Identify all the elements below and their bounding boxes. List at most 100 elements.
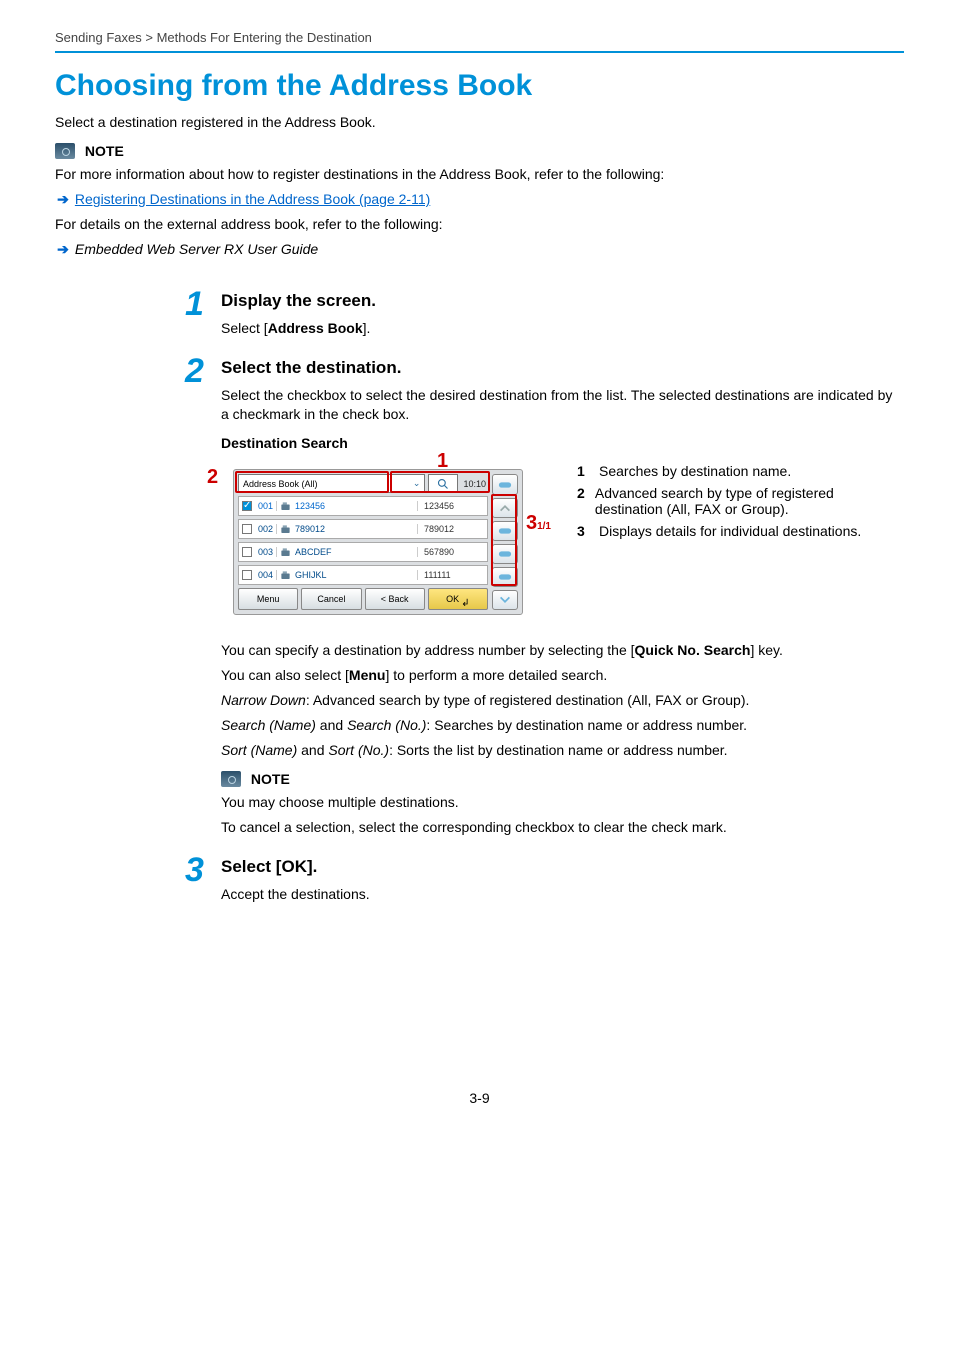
intro-text: Select a destination registered in the A… — [55, 113, 904, 132]
step-number-1: 1 — [185, 287, 221, 321]
list-row[interactable]: 001 123456 123456 — [238, 496, 488, 516]
header-rule — [55, 51, 904, 53]
row-checkbox[interactable] — [239, 524, 255, 534]
ok-button[interactable]: OK↲ — [428, 588, 488, 610]
destination-search-heading: Destination Search — [221, 435, 904, 451]
row-value: 789012 — [417, 524, 487, 534]
procedure: 1 Display the screen. Select [Address Bo… — [55, 287, 904, 910]
fax-icon — [277, 570, 293, 581]
row-checkbox[interactable] — [239, 547, 255, 557]
dropdown-label: Address Book (All) — [243, 479, 318, 489]
row-name: GHIJKL — [293, 570, 417, 580]
address-book-dropdown[interactable]: Address Book (All) ⌄ — [238, 474, 425, 493]
step-number-3: 3 — [185, 853, 221, 887]
note-icon — [55, 143, 75, 159]
enter-icon: ↲ — [461, 598, 469, 609]
note1-text: For more information about how to regist… — [55, 165, 904, 184]
list-row[interactable]: 004 GHIJKL 111111 — [238, 565, 488, 585]
after-p4: Search (Name) and Search (No.): Searches… — [221, 716, 904, 735]
step-3-heading: Select [OK]. — [221, 857, 904, 877]
callout-3: 31/1 — [526, 513, 551, 533]
device-screenshot-wrap: 1 2 31/1 Address Book (All) ⌄ — [221, 457, 547, 621]
step-2: 2 Select the destination. Select the che… — [185, 354, 904, 843]
step-3-body: Select [OK]. Accept the destinations. — [221, 853, 904, 910]
detail-button-1[interactable] — [492, 474, 518, 494]
arrow-icon: ➔ — [55, 190, 71, 209]
row-number: 002 — [255, 524, 277, 534]
legend-num: 1 — [577, 463, 591, 479]
detail-button-4[interactable] — [492, 567, 518, 587]
device-clock: 10:10 — [461, 479, 488, 489]
step-3: 3 Select [OK]. Accept the destinations. — [185, 853, 904, 910]
callout-1: 1 — [437, 451, 448, 471]
search-button[interactable] — [428, 474, 458, 493]
fax-icon — [277, 547, 293, 558]
list-row[interactable]: 003 ABCDEF 567890 — [238, 542, 488, 562]
note1-link-row: ➔ Registering Destinations in the Addres… — [55, 190, 904, 209]
link-register-destinations[interactable]: Registering Destinations in the Address … — [75, 191, 430, 207]
legend-text: Searches by destination name. — [599, 463, 791, 479]
step-1-heading: Display the screen. — [221, 291, 904, 311]
fax-icon — [277, 501, 293, 512]
row-name: ABCDEF — [293, 547, 417, 557]
breadcrumb-sep: > — [145, 30, 153, 45]
note1-ref-row: ➔ Embedded Web Server RX User Guide — [55, 240, 904, 259]
legend-item: 3 Displays details for individual destin… — [577, 523, 904, 539]
note-label: NOTE — [251, 771, 290, 787]
legend-item: 2 Advanced search by type of registered … — [577, 485, 904, 517]
callout-legend: 1 Searches by destination name. 2 Advanc… — [577, 457, 904, 545]
after-p3: Narrow Down: Advanced search by type of … — [221, 691, 904, 710]
row-name: 123456 — [293, 501, 417, 511]
device-screen: Address Book (All) ⌄ 10:10 — [233, 469, 523, 615]
row-number: 003 — [255, 547, 277, 557]
page: Sending Faxes > Methods For Entering the… — [0, 0, 954, 1136]
breadcrumb-topic: Methods For Entering the Destination — [157, 30, 372, 45]
row-checkbox[interactable] — [239, 570, 255, 580]
legend-num: 3 — [577, 523, 591, 539]
device-main: Address Book (All) ⌄ 10:10 — [238, 474, 488, 610]
step-1: 1 Display the screen. Select [Address Bo… — [185, 287, 904, 344]
row-value: 111111 — [417, 570, 487, 580]
detail-button-3[interactable] — [492, 544, 518, 564]
note2-line1: You may choose multiple destinations. — [221, 793, 904, 812]
chevron-down-icon: ⌄ — [413, 478, 421, 489]
step-1-text: Select [Address Book]. — [221, 319, 904, 338]
step-1-body: Display the screen. Select [Address Book… — [221, 287, 904, 344]
legend-num: 2 — [577, 485, 587, 517]
scroll-down-button[interactable] — [492, 590, 518, 610]
list-row[interactable]: 002 789012 789012 — [238, 519, 488, 539]
row-name: 789012 — [293, 524, 417, 534]
note2-line2: To cancel a selection, select the corres… — [221, 818, 904, 837]
chevron-down-icon — [498, 594, 512, 606]
page-title: Choosing from the Address Book — [55, 69, 904, 103]
detail-button-2[interactable] — [492, 521, 518, 541]
after-p2: You can also select [Menu] to perform a … — [221, 666, 904, 685]
cancel-button[interactable]: Cancel — [301, 588, 361, 610]
legend-item: 1 Searches by destination name. — [577, 463, 904, 479]
row-number: 004 — [255, 570, 277, 580]
row-number: 001 — [255, 501, 277, 511]
device-sidebar — [492, 474, 518, 610]
callout-2: 2 — [207, 467, 218, 487]
external-ref: Embedded Web Server RX User Guide — [75, 241, 318, 257]
legend-text: Advanced search by type of registered de… — [595, 485, 904, 517]
breadcrumb-section: Sending Faxes — [55, 30, 142, 45]
row-value: 123456 — [417, 501, 487, 511]
note-label: NOTE — [85, 143, 124, 159]
step-2-body: Select the destination. Select the check… — [221, 354, 904, 843]
search-icon — [437, 478, 449, 490]
note-icon — [221, 771, 241, 787]
step-number-2: 2 — [185, 354, 221, 388]
note-header: NOTE — [55, 142, 904, 159]
device-topbar: Address Book (All) ⌄ 10:10 — [238, 474, 488, 493]
menu-button[interactable]: Menu — [238, 588, 298, 610]
scroll-up-button[interactable] — [492, 498, 518, 518]
fax-icon — [277, 524, 293, 535]
back-button[interactable]: < Back — [365, 588, 425, 610]
row-checkbox[interactable] — [239, 501, 255, 511]
after-p5: Sort (Name) and Sort (No.): Sorts the li… — [221, 741, 904, 760]
step-2-text: Select the checkbox to select the desire… — [221, 386, 904, 424]
screen-row: 1 2 31/1 Address Book (All) ⌄ — [221, 457, 904, 621]
note1-text2: For details on the external address book… — [55, 215, 904, 234]
step-2-heading: Select the destination. — [221, 358, 904, 378]
